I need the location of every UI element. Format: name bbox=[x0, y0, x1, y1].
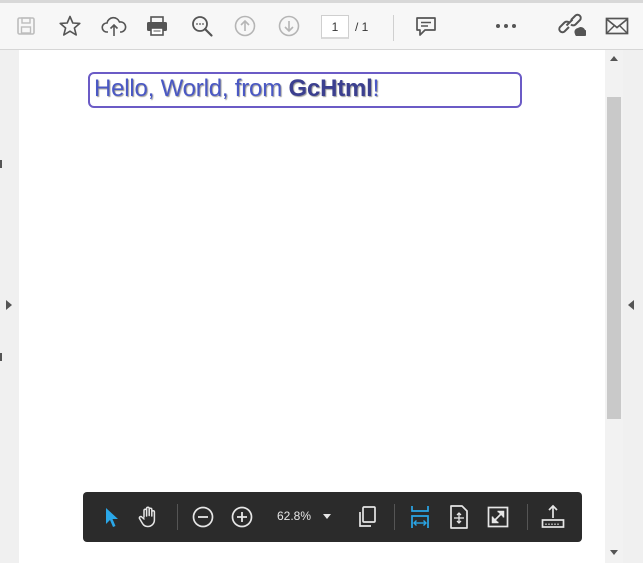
previous-page-icon[interactable] bbox=[231, 12, 259, 40]
toolbar-divider bbox=[527, 504, 528, 530]
page-view-icon[interactable] bbox=[352, 502, 382, 532]
bookmark-star-icon[interactable] bbox=[56, 12, 84, 40]
bottom-floating-toolbar: 62.8% bbox=[83, 492, 582, 542]
print-icon[interactable] bbox=[143, 12, 171, 40]
mail-icon[interactable] bbox=[603, 12, 631, 40]
hello-text-bold: GcHtml bbox=[288, 75, 373, 102]
expand-right-panel-icon[interactable] bbox=[628, 300, 634, 310]
more-icon[interactable] bbox=[492, 12, 520, 40]
toolbar-divider bbox=[393, 15, 394, 41]
link-icon[interactable] bbox=[558, 12, 586, 40]
scroll-up-icon[interactable] bbox=[610, 56, 618, 61]
upload-cloud-icon[interactable] bbox=[100, 12, 128, 40]
fit-width-icon[interactable] bbox=[405, 502, 435, 532]
left-edge-marker bbox=[0, 160, 2, 168]
full-screen-icon[interactable] bbox=[483, 502, 513, 532]
document-page bbox=[19, 50, 605, 563]
zoom-in-icon[interactable] bbox=[227, 502, 257, 532]
zoom-out-icon[interactable] bbox=[188, 502, 218, 532]
scrollbar-thumb[interactable] bbox=[607, 97, 621, 419]
scroll-down-icon[interactable] bbox=[610, 550, 618, 555]
top-toolbar: 1 / 1 bbox=[0, 3, 643, 50]
export-icon[interactable] bbox=[538, 502, 568, 532]
hello-text-prefix: Hello, World, from bbox=[94, 75, 289, 102]
zoom-level-value[interactable]: 62.8% bbox=[277, 509, 311, 523]
toolbar-divider bbox=[177, 504, 178, 530]
hello-text-suffix: ! bbox=[372, 75, 380, 102]
page-number-input[interactable]: 1 bbox=[321, 15, 349, 39]
next-page-icon[interactable] bbox=[275, 12, 303, 40]
fit-page-icon[interactable] bbox=[444, 502, 474, 532]
page-total-label: / 1 bbox=[355, 20, 369, 34]
expand-left-panel-icon[interactable] bbox=[6, 300, 12, 310]
toolbar-divider bbox=[394, 504, 395, 530]
zoom-dropdown-icon[interactable] bbox=[323, 514, 331, 519]
zoom-search-icon[interactable] bbox=[188, 12, 216, 40]
save-icon[interactable] bbox=[12, 12, 40, 40]
hand-tool-icon[interactable] bbox=[134, 502, 164, 532]
select-pointer-icon[interactable] bbox=[96, 502, 126, 532]
comment-icon[interactable] bbox=[412, 12, 440, 40]
left-edge-marker bbox=[0, 353, 2, 361]
hello-world-text: Hello, World, from GcHtml! bbox=[94, 75, 379, 103]
